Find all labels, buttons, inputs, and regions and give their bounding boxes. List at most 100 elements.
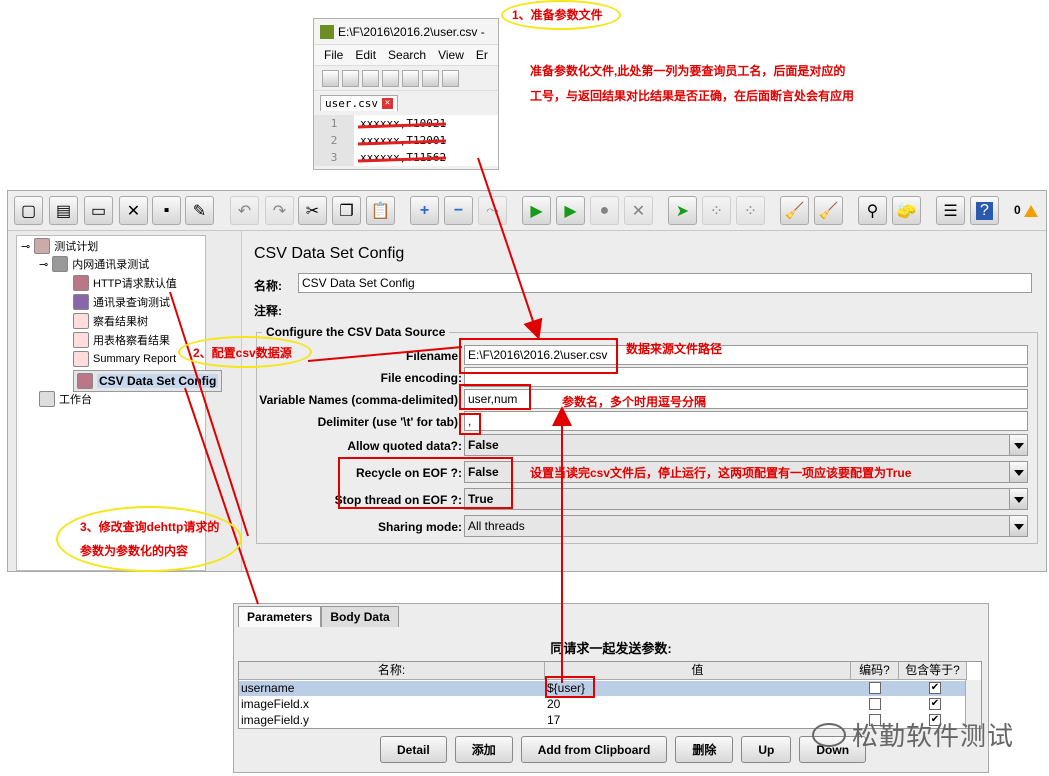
delimiter-label: Delimiter (use '\t' for tab): xyxy=(317,415,462,429)
tree-node-csv-config[interactable]: CSV Data Set Config xyxy=(73,370,223,392)
new-icon[interactable]: ▢ xyxy=(14,196,43,225)
warning-indicator[interactable]: 0 xyxy=(1014,203,1038,217)
copy-icon[interactable]: ❐ xyxy=(332,196,361,225)
highlight-user-param xyxy=(545,676,595,698)
start-no-pause-icon[interactable]: ▶ xyxy=(556,196,585,225)
wechat-icon xyxy=(812,722,846,747)
open-icon[interactable]: ▭ xyxy=(84,196,113,225)
delete-button[interactable]: 删除 xyxy=(675,736,734,763)
save-icon[interactable] xyxy=(362,69,379,87)
tab-body-data[interactable]: Body Data xyxy=(321,606,399,627)
up-button[interactable]: Up xyxy=(741,736,792,763)
clear-all-icon[interactable]: 🧹 xyxy=(814,196,843,225)
menu-view[interactable]: View xyxy=(438,48,464,62)
new-file-icon[interactable] xyxy=(322,69,339,87)
annotation-step1-desc-2: 工号，与返回结果对比结果是否正确，在后面断言处会有应用 xyxy=(530,89,855,103)
undo-icon[interactable]: ↶ xyxy=(230,196,259,225)
save-all-icon[interactable] xyxy=(382,69,399,87)
tree-node-workbench[interactable]: 工作台 xyxy=(39,391,92,407)
stop-thread-select[interactable]: True xyxy=(464,488,1028,510)
stop-icon[interactable]: ● xyxy=(590,196,619,225)
callout-oval-step3 xyxy=(56,506,242,572)
highlight-varnames xyxy=(459,384,531,410)
redo-icon[interactable]: ↷ xyxy=(265,196,294,225)
include-equals-checkbox[interactable]: ✔ xyxy=(929,698,941,710)
help-icon[interactable]: ? xyxy=(970,196,999,225)
chevron-down-icon[interactable] xyxy=(1009,462,1027,482)
table-row[interactable]: username ${user} ✔ xyxy=(239,681,967,696)
menu-file[interactable]: File xyxy=(324,48,343,62)
encode-checkbox[interactable] xyxy=(869,698,881,710)
tree-node-http-request[interactable]: 通讯录查询测试 xyxy=(73,294,170,310)
listener-icon xyxy=(73,313,89,329)
expand-icon[interactable]: + xyxy=(410,196,439,225)
close-file-icon[interactable] xyxy=(402,69,419,87)
start-icon[interactable]: ▶ xyxy=(522,196,551,225)
menu-encoding[interactable]: Er xyxy=(476,48,488,62)
toggle-icon[interactable]: ⤳ xyxy=(478,196,507,225)
close-icon[interactable]: ✕ xyxy=(119,196,148,225)
tab-user-csv[interactable]: user.csv ✕ xyxy=(320,95,398,111)
table-row[interactable]: imageField.x 20 ✔ xyxy=(239,697,967,712)
add-from-clipboard-button[interactable]: Add from Clipboard xyxy=(520,736,668,763)
varnames-field[interactable]: user,num xyxy=(464,389,1028,409)
notepad-title-bar: E:\F\2016\2016.2\user.csv - xyxy=(314,19,498,45)
quoted-select[interactable]: False xyxy=(464,434,1028,456)
save-icon[interactable]: ▪ xyxy=(152,196,181,225)
remote-exit-icon[interactable]: ⁘ xyxy=(736,196,765,225)
config-icon xyxy=(77,373,93,389)
function-helper-icon[interactable]: ☰ xyxy=(936,196,965,225)
shutdown-icon[interactable]: ✕ xyxy=(624,196,653,225)
sharing-select[interactable]: All threads xyxy=(464,515,1028,537)
menu-search[interactable]: Search xyxy=(388,48,426,62)
delimiter-field[interactable]: , xyxy=(464,411,1028,431)
detail-button[interactable]: Detail xyxy=(380,736,447,763)
paste-icon[interactable]: 📋 xyxy=(366,196,395,225)
tree-node-http-defaults[interactable]: HTTP请求默认值 xyxy=(73,275,177,291)
expander-icon[interactable]: ⊸ xyxy=(39,258,48,271)
annotation-file-path: 数据来源文件路径 xyxy=(626,342,723,356)
varnames-label: Variable Names (comma-delimited): xyxy=(259,393,462,407)
clear-icon[interactable]: 🧹 xyxy=(780,196,809,225)
remote-stop-icon[interactable]: ⁘ xyxy=(702,196,731,225)
reset-search-icon[interactable]: 🧽 xyxy=(892,196,921,225)
print-icon[interactable] xyxy=(442,69,459,87)
open-file-icon[interactable] xyxy=(342,69,359,87)
highlight-filename xyxy=(459,338,618,374)
tree-node-summary-report[interactable]: Summary Report xyxy=(73,351,176,367)
chevron-down-icon[interactable] xyxy=(1009,489,1027,509)
tree-node-table-results[interactable]: 用表格察看结果 xyxy=(73,332,170,348)
chevron-down-icon[interactable] xyxy=(1009,516,1027,536)
remote-start-icon[interactable]: ➤ xyxy=(668,196,697,225)
filename-label: Filename: xyxy=(405,349,462,363)
add-button[interactable]: 添加 xyxy=(454,736,513,763)
tab-parameters[interactable]: Parameters xyxy=(238,606,322,627)
section-title: Configure the CSV Data Source xyxy=(262,325,450,339)
chevron-down-icon[interactable] xyxy=(1009,435,1027,455)
close-all-icon[interactable] xyxy=(422,69,439,87)
close-icon[interactable]: ✕ xyxy=(381,98,393,109)
annotation-step3-2: 参数为参数化的内容 xyxy=(80,544,189,558)
sharing-label: Sharing mode: xyxy=(377,520,462,534)
tree-node-test-plan[interactable]: ⊸ 测试计划 xyxy=(21,238,98,254)
name-field[interactable]: CSV Data Set Config xyxy=(298,273,1032,293)
col-encode: 编码? xyxy=(851,662,899,680)
annotation-eof: 设置当读完csv文件后，停止运行，这两项配置有一项应该要配置为True xyxy=(530,466,912,480)
editor-content[interactable]: 1 xxxxxx,T10021 2 xxxxxx,T12001 3 xxxxxx,T1… xyxy=(314,115,498,166)
menu-edit[interactable]: Edit xyxy=(355,48,376,62)
highlight-eof-settings xyxy=(338,457,513,509)
collapse-icon[interactable]: − xyxy=(444,196,473,225)
templates-icon[interactable]: ▤ xyxy=(49,196,78,225)
include-equals-checkbox[interactable]: ✔ xyxy=(929,682,941,694)
search-icon[interactable]: ⚲ xyxy=(858,196,887,225)
tree-node-thread-group[interactable]: ⊸ 内网通讯录测试 xyxy=(39,256,149,272)
cut-icon[interactable]: ✂ xyxy=(298,196,327,225)
flask-icon xyxy=(34,238,51,254)
encode-checkbox[interactable] xyxy=(869,682,881,694)
save-as-icon[interactable]: ✎ xyxy=(185,196,214,225)
notepad-title: E:\F\2016\2016.2\user.csv - xyxy=(338,24,485,39)
annotation-step1: 1、准备参数文件 xyxy=(512,8,603,22)
tree-node-results-tree[interactable]: 察看结果树 xyxy=(73,313,148,329)
editor-line: 3 xxxxxx,T11562 xyxy=(314,149,498,166)
expander-icon[interactable]: ⊸ xyxy=(21,240,30,253)
